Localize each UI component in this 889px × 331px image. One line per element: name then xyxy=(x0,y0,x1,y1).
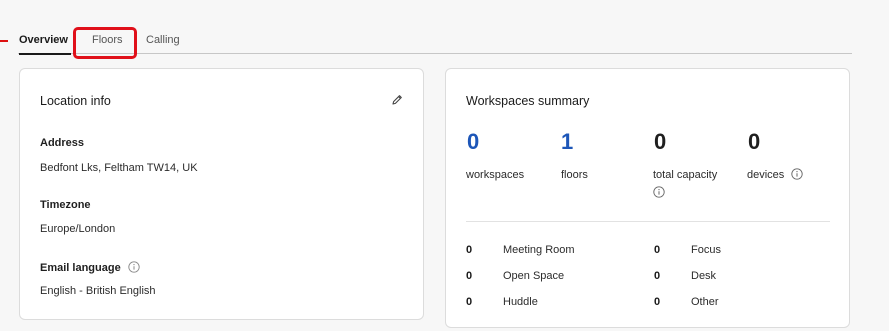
location-info-title: Location info xyxy=(40,94,111,108)
tab-overview-label: Overview xyxy=(19,34,68,46)
summary-divider xyxy=(466,221,830,222)
timezone-label: Timezone xyxy=(40,199,91,211)
type-name-open-space: Open Space xyxy=(503,270,565,282)
type-count: 0 xyxy=(654,270,661,282)
tab-overview[interactable]: Overview xyxy=(19,34,71,55)
timezone-value: Europe/London xyxy=(40,223,116,235)
devices-count: 0 xyxy=(748,129,761,154)
total-capacity-count: 0 xyxy=(654,129,667,154)
type-name-other: Other xyxy=(691,296,719,308)
floors-count: 1 xyxy=(561,129,574,154)
type-count: 0 xyxy=(654,244,661,256)
active-tab-indicator xyxy=(19,53,71,55)
devices-stat-label: devices xyxy=(747,168,804,183)
location-info-card: Location info Address Bedfont Lks, Felth… xyxy=(19,68,424,320)
workspaces-count: 0 xyxy=(467,129,480,154)
workspaces-stat-label: workspaces xyxy=(466,169,525,181)
workspaces-summary-title: Workspaces summary xyxy=(466,94,590,108)
email-language-label: Email language xyxy=(40,261,140,274)
tab-calling-label: Calling xyxy=(146,34,180,46)
type-count: 0 xyxy=(466,296,473,308)
annotation-marker xyxy=(0,40,8,42)
total-capacity-stat-label: total capacity xyxy=(653,168,735,201)
type-count: 0 xyxy=(466,270,473,282)
floors-stat-label: floors xyxy=(561,169,588,181)
tab-bar: Overview Floors Calling xyxy=(18,30,852,55)
info-icon[interactable] xyxy=(791,168,804,180)
type-name-huddle: Huddle xyxy=(503,296,538,308)
address-label: Address xyxy=(40,137,85,149)
type-name-desk: Desk xyxy=(691,270,717,282)
type-count: 0 xyxy=(466,244,473,256)
info-icon[interactable] xyxy=(128,261,140,273)
devices-label-text: devices xyxy=(747,169,785,181)
info-icon[interactable] xyxy=(653,186,665,198)
email-language-value: English - British English xyxy=(40,285,156,297)
total-capacity-label-text: total capacity xyxy=(653,169,718,181)
type-count: 0 xyxy=(654,296,661,308)
workspaces-summary-card: Workspaces summary 0 1 0 0 workspaces fl… xyxy=(445,68,850,328)
floors-tab-highlight xyxy=(73,27,137,59)
tab-calling[interactable]: Calling xyxy=(146,34,180,46)
address-value: Bedfont Lks, Feltham TW14, UK xyxy=(40,162,198,174)
edit-pencil-icon[interactable] xyxy=(390,93,404,107)
type-name-meeting-room: Meeting Room xyxy=(503,244,575,256)
type-name-focus: Focus xyxy=(691,244,721,256)
email-language-label-text: Email language xyxy=(40,262,121,274)
